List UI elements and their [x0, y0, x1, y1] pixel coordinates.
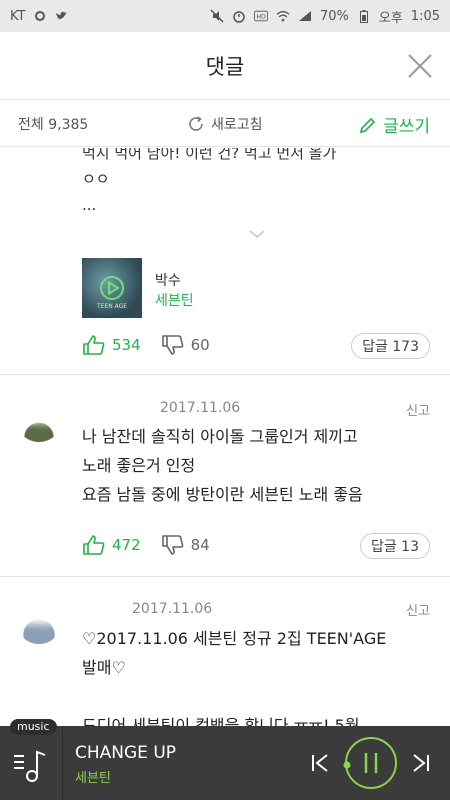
comment-text: 먹지 먹어 남아! 이런 건? 먹고 먼저 올가 ㅇㅇ ...: [82, 148, 337, 214]
music-badge: music: [10, 719, 57, 735]
thumbs-up-icon: [83, 335, 105, 355]
previous-button[interactable]: [309, 752, 331, 774]
divider: [0, 374, 450, 375]
comment-text: ♡2017.11.06 세븐틴 정규 2집 TEEN'AGE 발매♡ 드디어 세…: [82, 629, 387, 726]
hd-icon: HD: [253, 9, 268, 23]
thumbs-down-icon: [161, 335, 184, 355]
reply-button[interactable]: 답글 173: [351, 333, 430, 359]
song-artist[interactable]: 세븐틴: [155, 290, 194, 310]
playlist-music-icon: [14, 750, 46, 782]
dislike-button[interactable]: 60: [161, 334, 210, 356]
ampm-label: 오후: [378, 10, 403, 26]
chevron-down-icon[interactable]: [248, 228, 266, 240]
pause-icon: [343, 737, 397, 789]
like-button[interactable]: 472: [82, 534, 141, 556]
battery-icon: [357, 9, 371, 23]
report-button[interactable]: 신고: [406, 600, 430, 619]
comment-date: 2017.11.06: [160, 400, 241, 416]
playlist-button[interactable]: [12, 746, 52, 784]
status-bar: KT HD 70% 오후 1:05: [0, 0, 450, 32]
like-button[interactable]: 534: [82, 334, 141, 356]
comment-actions: 534 60: [82, 334, 210, 356]
signal-icon: [298, 9, 312, 23]
header: 댓글: [0, 32, 450, 100]
like-count: 472: [112, 536, 141, 554]
comment-total: 전체 9,385: [18, 116, 89, 133]
wifi-icon: [276, 9, 290, 23]
song-title[interactable]: 박수: [155, 270, 181, 290]
battery-percent: 70%: [319, 8, 349, 24]
clock: 1:05: [410, 8, 440, 24]
pause-button[interactable]: [343, 735, 399, 791]
divider: [0, 576, 450, 577]
record-icon: [33, 9, 47, 23]
reply-button[interactable]: 답글 13: [359, 533, 430, 559]
page-title: 댓글: [205, 54, 245, 79]
alarm-icon: [232, 9, 246, 23]
close-icon: [408, 54, 432, 78]
twitter-icon: [55, 9, 69, 23]
now-playing-artist[interactable]: 세븐틴: [75, 767, 111, 786]
close-button[interactable]: [406, 52, 434, 80]
comment-list[interactable]: 먹지 먹어 남아! 이런 건? 먹고 먼저 올가 ㅇㅇ ... TEEN AGE…: [0, 148, 450, 726]
mute-icon: [210, 9, 224, 23]
album-thumbnail[interactable]: TEEN AGE: [82, 258, 142, 318]
refresh-label: 새로고침: [211, 117, 263, 133]
next-button[interactable]: [410, 752, 432, 774]
play-icon: [100, 276, 124, 300]
album-label: TEEN AGE: [96, 303, 128, 310]
dislike-count: 84: [190, 536, 210, 554]
comment-text: 나 남잔데 솔직히 아이돌 그룹인거 제끼고 노래 좋은거 인정 요즘 남돌 중…: [82, 427, 363, 504]
mini-player: CHANGE UP 세븐틴: [0, 726, 450, 800]
dislike-count: 60: [190, 336, 210, 354]
skip-previous-icon: [312, 754, 328, 772]
write-label: 글쓰기: [383, 117, 430, 137]
carrier-label: KT: [10, 8, 26, 24]
thumbs-down-icon: [161, 535, 184, 555]
divider: [62, 726, 63, 800]
comment-toolbar: 전체 9,385 새로고침 글쓰기: [0, 101, 450, 147]
pencil-icon: [359, 117, 376, 133]
now-playing-title[interactable]: CHANGE UP: [75, 743, 176, 763]
refresh-button[interactable]: 새로고침: [187, 114, 263, 134]
comment-date: 2017.11.06: [132, 601, 213, 617]
comment-actions: 472 84: [82, 534, 210, 556]
nickname-masked: [14, 592, 126, 618]
write-comment-button[interactable]: 글쓰기: [359, 112, 430, 137]
dislike-button[interactable]: 84: [161, 534, 210, 556]
like-count: 534: [112, 336, 141, 354]
skip-next-icon: [413, 754, 429, 772]
svg-text:HD: HD: [256, 14, 266, 21]
nickname-masked: [18, 391, 154, 417]
thumbs-up-icon: [83, 535, 105, 555]
report-button[interactable]: 신고: [406, 400, 430, 419]
refresh-icon: [189, 116, 203, 131]
